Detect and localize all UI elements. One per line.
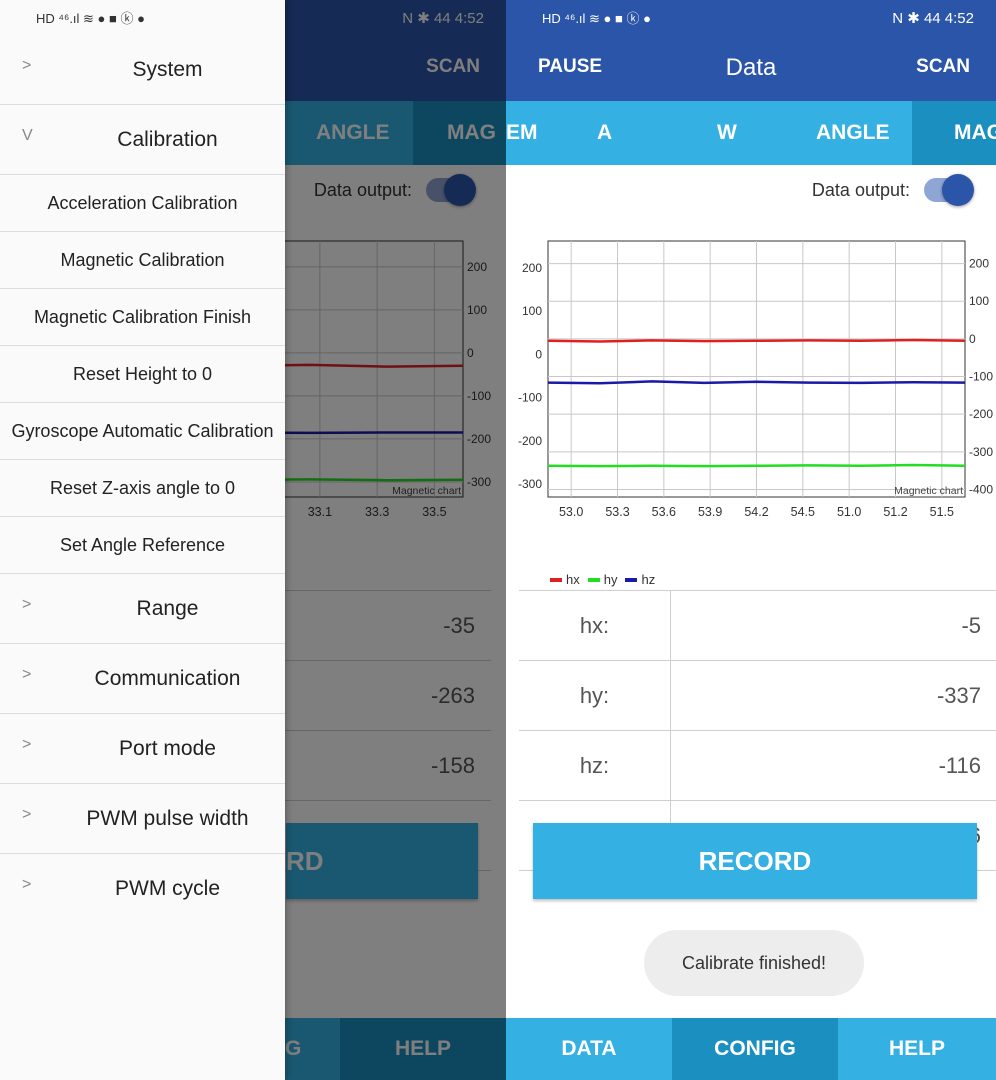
reading-key: hz: xyxy=(519,731,671,800)
drawer-group-label: Range xyxy=(136,597,199,620)
chart-legend: hx hy hz xyxy=(550,572,655,587)
reading-value: -116 xyxy=(938,753,981,778)
chevron-right-icon: > xyxy=(22,666,32,683)
tab-em[interactable]: EM xyxy=(506,101,538,165)
tick-label: 200 xyxy=(522,261,542,275)
drawer-group-calibration[interactable]: V Calibration xyxy=(0,105,285,175)
drawer-group-label: System xyxy=(132,58,203,81)
legend-item: hz xyxy=(625,572,655,587)
tick-label: -400 xyxy=(969,482,993,496)
drawer-group-label: Port mode xyxy=(119,737,216,760)
table-row: hx: -5 xyxy=(519,591,996,661)
tick-label: -200 xyxy=(969,407,993,421)
tick-label: 53.6 xyxy=(652,505,676,519)
chevron-right-icon: > xyxy=(22,736,32,753)
drawer-group-pwm-pulse-width[interactable]: > PWM pulse width xyxy=(0,784,285,854)
series-line-hy xyxy=(547,463,966,468)
chevron-right-icon: > xyxy=(22,806,32,823)
tab-a[interactable]: A xyxy=(597,101,612,165)
drawer-status-icons: HD ⁴⁶.ıl ≋ ● ■ ⓚ ● xyxy=(0,0,285,35)
tab-angle[interactable]: ANGLE xyxy=(816,101,890,165)
reading-key: hy: xyxy=(519,661,671,730)
magnetic-chart: 200 100 0 -100 -200 -300 -400 200 100 0 -100 -200 -3… xyxy=(518,240,993,519)
status-icons: HD ⁴⁶.ıl ≋ ● ■ ⓚ ● xyxy=(542,11,651,26)
set-angle-reference-item[interactable]: Set Angle Reference xyxy=(0,517,285,574)
tick-label: -100 xyxy=(969,370,993,384)
data-output-toggle[interactable] xyxy=(924,174,974,206)
table-row: hz: -116 xyxy=(519,731,996,801)
tab-bar: EM A W ANGLE MAG xyxy=(506,101,996,165)
drawer-group-label: PWM pulse width xyxy=(86,807,249,830)
legend-label: hy xyxy=(603,572,618,587)
tick-label: -300 xyxy=(969,445,993,459)
tick-label: 53.9 xyxy=(698,505,722,519)
tick-label: -300 xyxy=(518,477,542,491)
legend-item: hx xyxy=(550,572,580,587)
gyroscope-calibration-item[interactable]: Gyroscope Automatic Calibration xyxy=(0,403,285,460)
data-output-label: Data output: xyxy=(811,179,910,200)
acceleration-calibration-item[interactable]: Acceleration Calibration xyxy=(0,175,285,232)
drawer-group-label: Communication xyxy=(94,667,241,690)
data-output-row: Data output: xyxy=(811,174,974,206)
tick-label: 100 xyxy=(969,294,989,308)
tab-mag[interactable]: MAG xyxy=(912,101,996,165)
tick-label: -100 xyxy=(518,391,542,405)
series-line-hx xyxy=(547,338,966,343)
record-button[interactable]: RECORD xyxy=(533,823,977,899)
reading-value: -5 xyxy=(961,613,981,638)
status-right: N ✱ 44 4:52 xyxy=(892,9,974,27)
chevron-right-icon: > xyxy=(22,596,32,613)
legend-label: hz xyxy=(641,572,656,587)
scan-button[interactable]: SCAN xyxy=(916,56,970,78)
right-screen: HD ⁴⁶.ıl ≋ ● ■ ⓚ ● N ✱ 44 4:52 PAUSE Dat… xyxy=(506,0,996,1080)
chevron-down-icon: V xyxy=(22,127,33,144)
tick-label: 51.5 xyxy=(930,505,954,519)
legend-swatch xyxy=(625,577,638,582)
reset-height-item[interactable]: Reset Height to 0 xyxy=(0,346,285,403)
legend-swatch xyxy=(550,577,562,582)
tick-label: 51.2 xyxy=(883,505,907,519)
tick-label: -200 xyxy=(518,434,542,448)
chevron-right-icon: > xyxy=(22,876,32,893)
tick-label: 0 xyxy=(535,347,542,361)
tick-label: 54.5 xyxy=(791,505,815,519)
status-bar: HD ⁴⁶.ıl ≋ ● ■ ⓚ ● N ✱ 44 4:52 xyxy=(506,0,996,35)
drawer-group-communication[interactable]: > Communication xyxy=(0,644,285,714)
tick-label: 51.0 xyxy=(837,505,861,519)
drawer-group-label: PWM cycle xyxy=(115,877,220,900)
tick-label: 100 xyxy=(522,304,542,318)
toast-message: Calibrate finished! xyxy=(644,930,864,996)
drawer-group-range[interactable]: > Range xyxy=(0,574,285,644)
reset-z-angle-item[interactable]: Reset Z-axis angle to 0 xyxy=(0,460,285,517)
drawer-group-system[interactable]: > System xyxy=(0,35,285,105)
drawer-group-port-mode[interactable]: > Port mode xyxy=(0,714,285,784)
magnetic-calibration-finish-item[interactable]: Magnetic Calibration Finish xyxy=(0,289,285,346)
tick-label: 0 xyxy=(969,332,976,346)
tick-label: 53.0 xyxy=(559,505,583,519)
nav-data[interactable]: DATA xyxy=(506,1018,672,1080)
left-screen: HD ⁴⁶.ıl ≋ ● ■ ⓚ ● N ✱ 44 4:52 SCAN ANGL… xyxy=(0,0,506,1080)
magnetic-calibration-item[interactable]: Magnetic Calibration xyxy=(0,232,285,289)
drawer-group-pwm-cycle[interactable]: > PWM cycle xyxy=(0,854,285,924)
series-line-hz xyxy=(547,380,966,385)
chevron-right-icon: > xyxy=(22,57,32,74)
legend-label: hx xyxy=(566,572,580,587)
toggle-knob xyxy=(942,174,974,206)
legend-swatch xyxy=(587,577,600,582)
tick-label: 200 xyxy=(969,257,989,271)
reading-value: -337 xyxy=(936,683,981,708)
drawer-group-label: Calibration xyxy=(117,128,218,151)
tick-label: 53.3 xyxy=(605,505,629,519)
nav-help[interactable]: HELP xyxy=(838,1018,996,1080)
nav-config[interactable]: CONFIG xyxy=(672,1018,838,1080)
chart-title: Magnetic chart xyxy=(894,485,963,497)
bottom-nav: DATA CONFIG HELP xyxy=(506,1018,996,1080)
settings-drawer: HD ⁴⁶.ıl ≋ ● ■ ⓚ ● > System V Calibratio… xyxy=(0,0,285,1080)
legend-item: hy xyxy=(587,572,618,587)
tab-w[interactable]: W xyxy=(717,101,737,165)
table-row: hy: -337 xyxy=(519,661,996,731)
tick-label: 54.2 xyxy=(744,505,768,519)
app-bar: PAUSE Data SCAN xyxy=(506,35,996,101)
reading-key: hx: xyxy=(519,591,671,660)
